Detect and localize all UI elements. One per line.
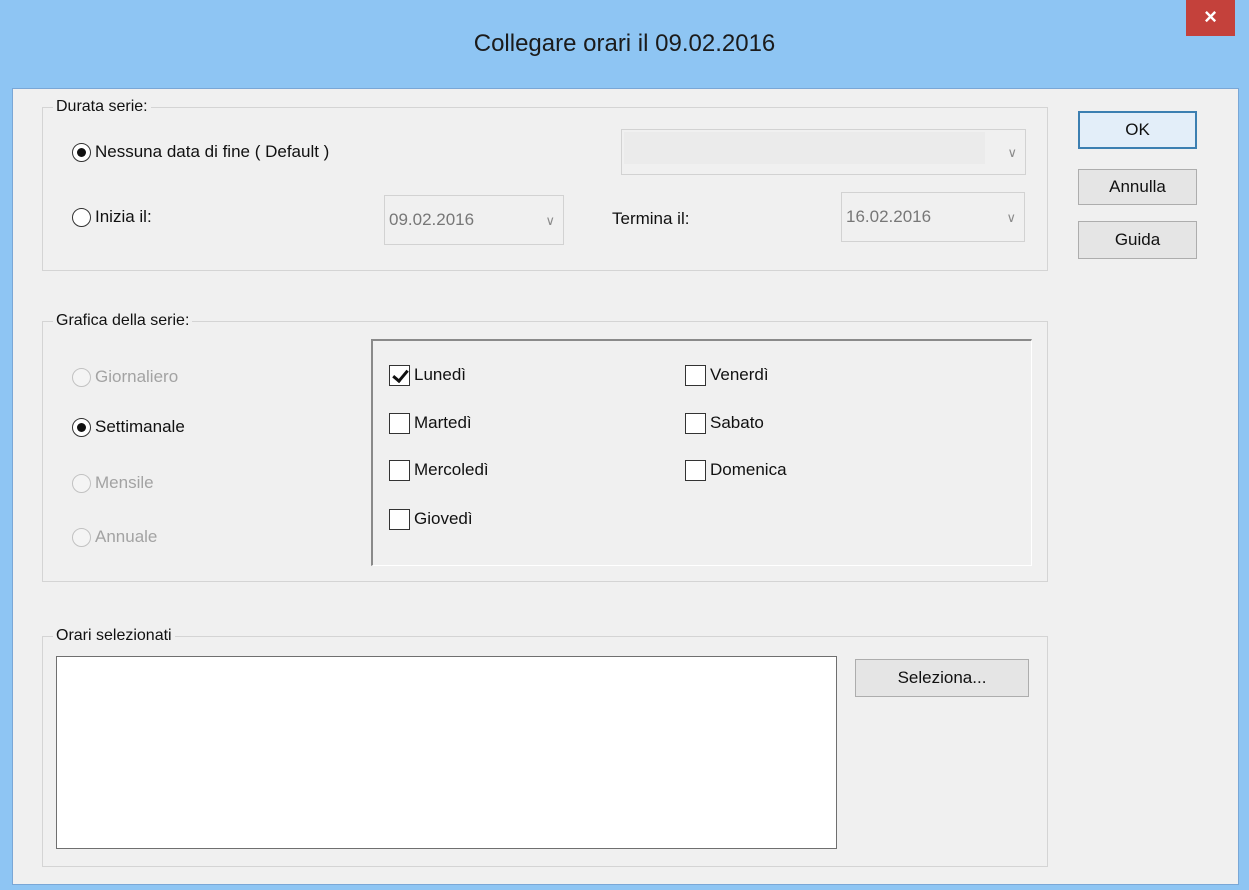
tuesday-label: Martedì: [414, 413, 472, 432]
saturday-checkbox[interactable]: Sabato: [685, 410, 764, 436]
window-title: Collegare orari il 09.02.2016: [473, 30, 776, 57]
sunday-checkbox[interactable]: Domenica: [685, 457, 787, 483]
wednesday-checkbox[interactable]: Mercoledì: [389, 457, 489, 483]
saturday-label: Sabato: [710, 413, 764, 432]
checkbox-unchecked-icon: [685, 412, 706, 434]
monthly-radio[interactable]: Mensile: [72, 471, 154, 495]
thursday-checkbox[interactable]: Giovedì: [389, 506, 473, 532]
daily-label: Giornaliero: [95, 367, 179, 386]
chevron-down-icon: ∨: [1007, 145, 1017, 160]
start-date-value: 09.02.2016: [389, 210, 475, 229]
no-end-radio[interactable]: Nessuna data di fine ( Default ): [72, 140, 329, 164]
duration-legend: Durata serie:: [53, 97, 151, 117]
monthly-label: Mensile: [95, 473, 154, 492]
starts-on-radio[interactable]: Inizia il:: [72, 205, 152, 229]
start-date-picker[interactable]: 09.02.2016 ∨: [384, 195, 564, 245]
selected-times-legend: Orari selezionati: [53, 626, 175, 646]
weekly-radio[interactable]: Settimanale: [72, 415, 185, 439]
radio-unchecked-icon: [72, 207, 91, 227]
close-icon: ×: [1204, 4, 1217, 29]
close-button[interactable]: ×: [1186, 0, 1235, 36]
ok-button[interactable]: OK: [1078, 111, 1197, 149]
radio-checked-icon: [72, 417, 91, 437]
dialog-body: Durata serie: Nessuna data di fine ( Def…: [12, 88, 1239, 885]
yearly-radio[interactable]: Annuale: [72, 525, 157, 549]
tuesday-checkbox[interactable]: Martedì: [389, 410, 472, 436]
cancel-label: Annulla: [1109, 177, 1166, 196]
selected-times-list[interactable]: [56, 656, 837, 849]
help-label: Guida: [1114, 230, 1161, 249]
chevron-down-icon: ∨: [1006, 210, 1016, 225]
friday-checkbox[interactable]: Venerdì: [685, 362, 769, 388]
checkbox-unchecked-icon: [685, 459, 706, 481]
starts-on-label: Inizia il:: [95, 207, 152, 226]
friday-label: Venerdì: [710, 365, 769, 384]
sunday-label: Domenica: [710, 460, 787, 479]
monday-checkbox[interactable]: Lunedì: [389, 362, 466, 388]
select-button[interactable]: Seleziona...: [855, 659, 1029, 697]
thursday-label: Giovedì: [414, 509, 473, 528]
wednesday-label: Mercoledì: [414, 460, 489, 479]
no-end-dropdown[interactable]: ∨: [621, 129, 1026, 175]
monday-label: Lunedì: [414, 365, 466, 384]
radio-unchecked-icon: [72, 473, 91, 493]
ends-on-label: Termina il:: [612, 209, 690, 228]
select-label: Seleziona...: [897, 668, 987, 687]
pattern-legend: Grafica della serie:: [53, 311, 193, 331]
daily-radio[interactable]: Giornaliero: [72, 365, 178, 389]
checkbox-unchecked-icon: [685, 364, 706, 386]
checkbox-unchecked-icon: [389, 459, 410, 481]
weekly-label: Settimanale: [95, 417, 185, 436]
cancel-button[interactable]: Annulla: [1078, 169, 1197, 205]
chevron-down-icon: ∨: [545, 213, 555, 228]
checkbox-unchecked-icon: [389, 412, 410, 434]
no-end-dropdown-field: [624, 132, 985, 164]
radio-checked-icon: [72, 142, 91, 162]
radio-unchecked-icon: [72, 527, 91, 547]
checkbox-unchecked-icon: [389, 508, 410, 530]
checkmark-icon: [389, 364, 410, 386]
end-date-picker[interactable]: 16.02.2016 ∨: [841, 192, 1025, 242]
ok-label: OK: [1125, 120, 1150, 139]
no-end-label: Nessuna data di fine ( Default ): [95, 142, 330, 161]
radio-unchecked-icon: [72, 367, 91, 387]
end-date-value: 16.02.2016: [846, 207, 932, 226]
help-button[interactable]: Guida: [1078, 221, 1197, 259]
yearly-label: Annuale: [95, 527, 158, 546]
